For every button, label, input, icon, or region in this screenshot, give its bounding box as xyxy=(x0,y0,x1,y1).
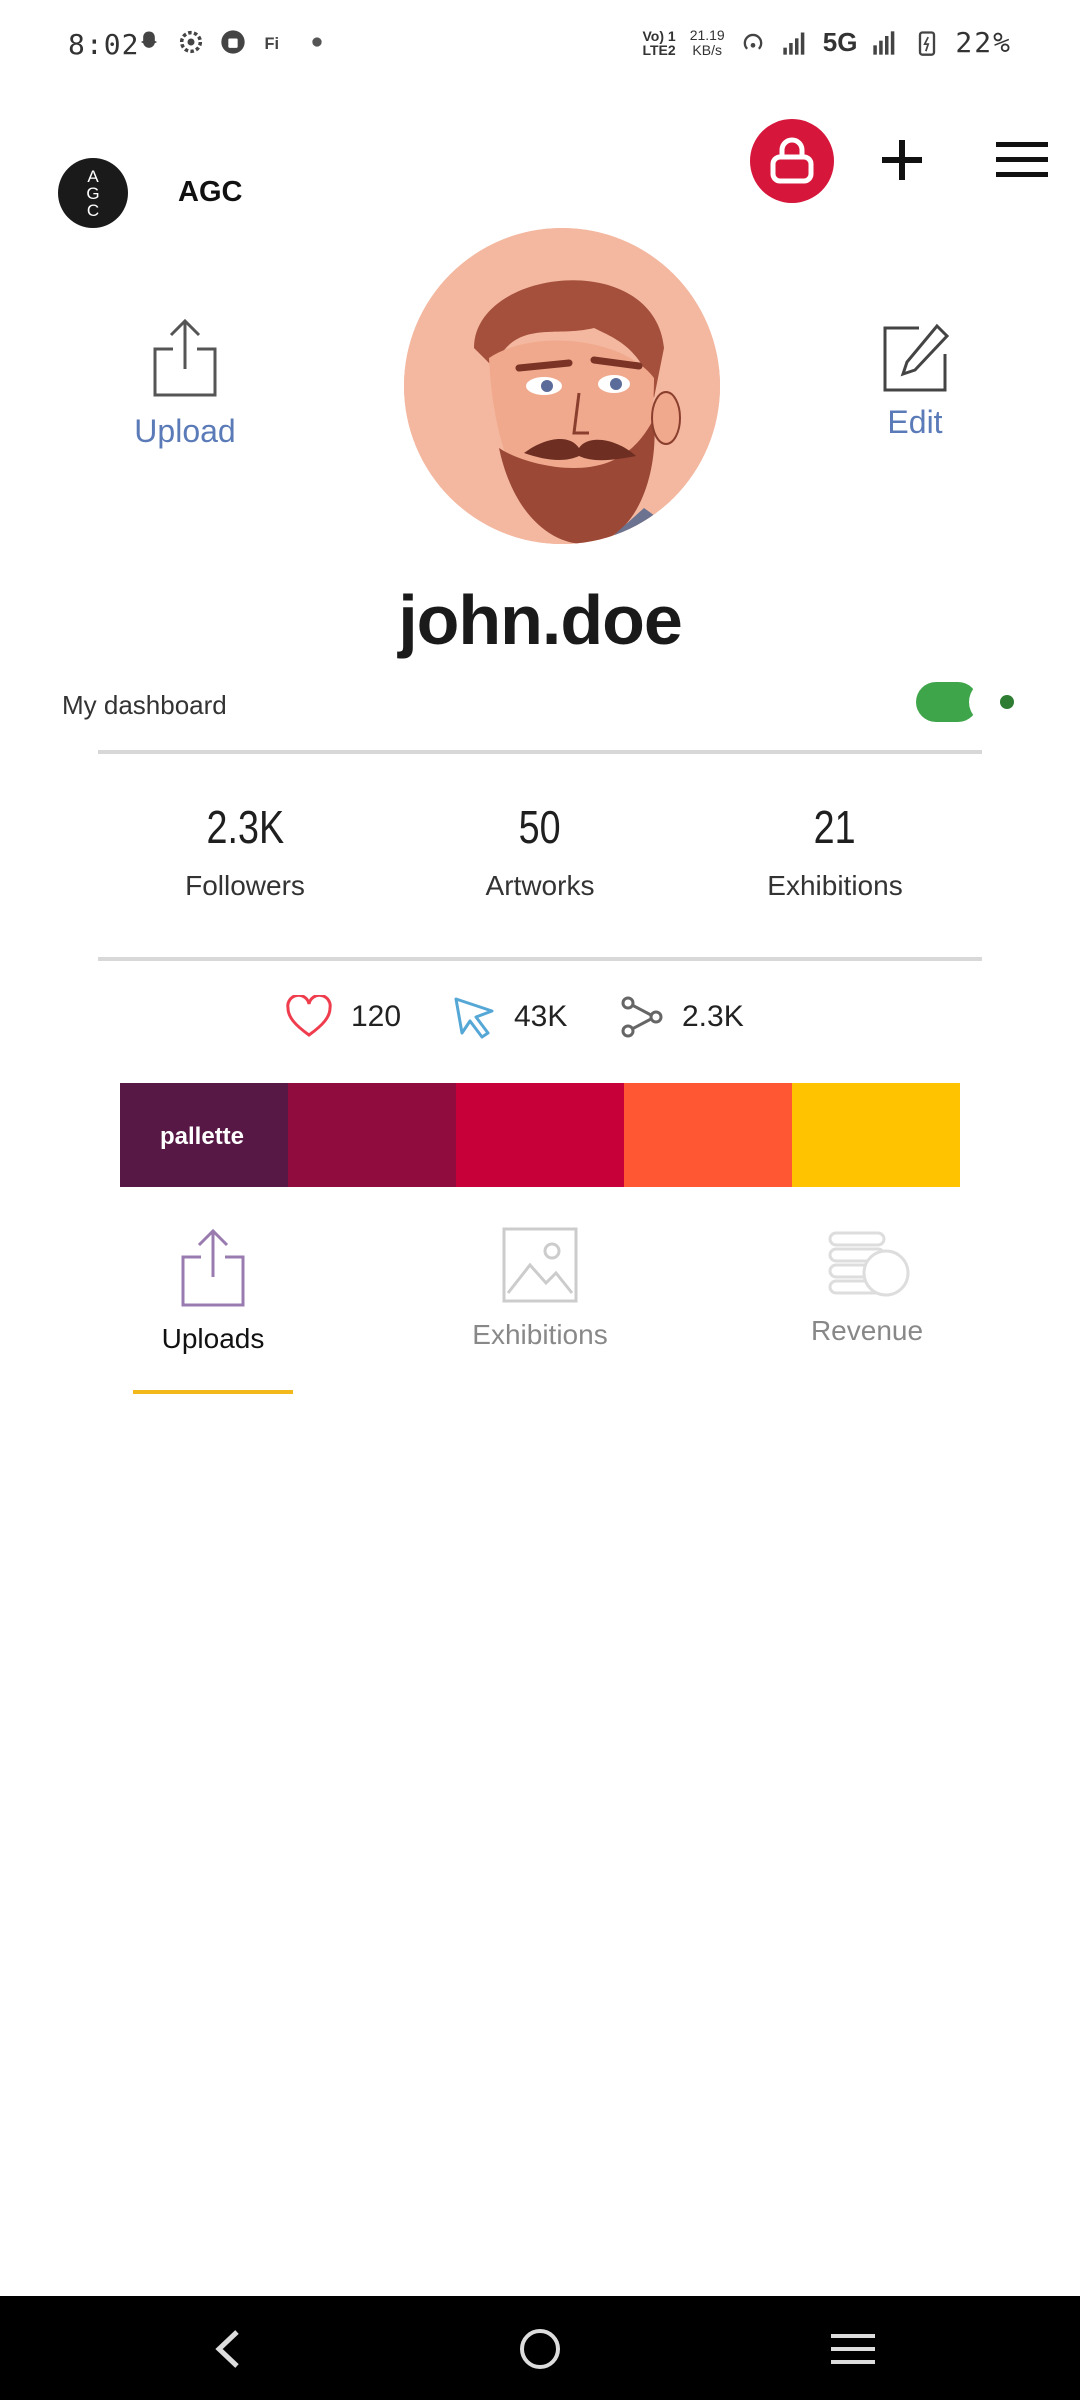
brand-name: AGC xyxy=(178,176,243,208)
image-icon xyxy=(502,1227,578,1303)
palette-swatch[interactable] xyxy=(624,1083,792,1187)
palette-label: pallette xyxy=(160,1123,245,1150)
upload-icon xyxy=(153,318,217,397)
share-icon xyxy=(621,996,663,1038)
toggle-status-dot xyxy=(1000,695,1014,709)
stat-value: 2.3K xyxy=(206,801,284,853)
status-notification-icons: Fi xyxy=(135,28,331,56)
add-button[interactable] xyxy=(876,132,928,188)
gear-icon xyxy=(179,30,203,54)
home-icon[interactable] xyxy=(515,2326,565,2372)
speed-unit: KB/s xyxy=(692,41,722,58)
clicks-value: 43K xyxy=(514,1000,568,1033)
lock-button[interactable] xyxy=(750,119,834,203)
shopping-bag-icon xyxy=(221,30,245,54)
stat-label: Artworks xyxy=(485,870,595,901)
network-line2: LTE2 xyxy=(642,41,676,58)
logo-letter: A xyxy=(87,166,99,186)
shares-count[interactable]: 2.3K xyxy=(620,995,744,1039)
tab-label: Revenue xyxy=(810,1315,924,1346)
cursor-icon xyxy=(454,997,494,1039)
svg-text:Fi: Fi xyxy=(265,35,280,53)
signal-2-icon xyxy=(873,30,895,55)
palette-swatch[interactable] xyxy=(288,1083,456,1187)
battery-icon xyxy=(919,30,936,56)
network-type: 5G xyxy=(822,27,858,57)
dashboard-label: My dashboard xyxy=(62,690,227,720)
tab-revenue[interactable]: Revenue xyxy=(787,1225,947,1347)
tab-label: Uploads xyxy=(161,1323,265,1354)
back-icon[interactable] xyxy=(205,2326,255,2372)
upload-label: Upload xyxy=(134,413,236,449)
stat-artworks[interactable]: 50 Artworks xyxy=(410,800,670,902)
likes-value: 120 xyxy=(351,1000,402,1033)
edit-button[interactable]: Edit xyxy=(860,322,970,447)
username: john.doe xyxy=(398,581,683,659)
color-palette[interactable]: pallette xyxy=(120,1083,960,1187)
profile-avatar[interactable] xyxy=(404,228,720,544)
edit-label: Edit xyxy=(887,404,943,440)
fi-icon: Fi xyxy=(265,35,280,53)
palette-swatch[interactable] xyxy=(456,1083,624,1187)
stat-label: Exhibitions xyxy=(767,870,903,901)
stat-value: 50 xyxy=(519,801,561,853)
stat-exhibitions[interactable]: 21 Exhibitions xyxy=(705,800,965,902)
status-bar: 8:02 Fi Vo) 1 LTE2 21.19 KB/s 5G 22% xyxy=(0,0,1080,90)
heart-icon xyxy=(286,995,332,1037)
divider xyxy=(98,750,982,754)
system-nav-bar xyxy=(0,2296,1080,2400)
lock-icon xyxy=(770,137,814,184)
likes-count[interactable]: 120 xyxy=(285,995,401,1039)
divider xyxy=(98,957,982,961)
palette-swatch[interactable] xyxy=(792,1083,960,1187)
upload-icon xyxy=(181,1228,245,1307)
signal-icon xyxy=(783,32,805,55)
avatar-illustration xyxy=(404,228,720,544)
logo-letter: C xyxy=(86,200,100,220)
speed-indicator: 21.19 KB/s xyxy=(689,26,725,58)
hotspot-icon xyxy=(743,33,763,50)
battery-level: 22% xyxy=(955,26,1012,59)
stat-followers[interactable]: 2.3K Followers xyxy=(115,800,375,902)
network-indicator: Vo) 1 LTE2 xyxy=(642,29,675,57)
brand-logo[interactable]: A G C xyxy=(58,158,128,228)
edit-icon xyxy=(883,323,950,392)
logo-letter: G xyxy=(86,183,100,203)
upload-button[interactable]: Upload xyxy=(120,315,250,455)
shares-value: 2.3K xyxy=(682,1000,744,1033)
recents-menu-icon[interactable] xyxy=(828,2326,878,2372)
status-time: 8:02 xyxy=(68,28,140,61)
palette-swatch[interactable]: pallette xyxy=(120,1083,288,1187)
menu-button[interactable] xyxy=(994,138,1050,182)
tab-uploads[interactable]: Uploads xyxy=(133,1225,293,1355)
stat-label: Followers xyxy=(185,870,305,901)
tab-exhibitions[interactable]: Exhibitions xyxy=(445,1225,635,1351)
speed-value: 21.19 xyxy=(689,26,725,43)
stat-value: 21 xyxy=(814,801,856,853)
network-line1: Vo) 1 xyxy=(642,27,676,44)
snapchat-icon xyxy=(140,31,158,48)
status-system-icons: Vo) 1 LTE2 21.19 KB/s 5G 22% xyxy=(642,26,1012,59)
active-tab-indicator xyxy=(133,1390,293,1394)
clicks-count[interactable]: 43K xyxy=(452,995,567,1039)
coins-icon xyxy=(828,1231,910,1297)
tab-label: Exhibitions xyxy=(472,1319,608,1350)
dot-icon xyxy=(312,37,322,47)
